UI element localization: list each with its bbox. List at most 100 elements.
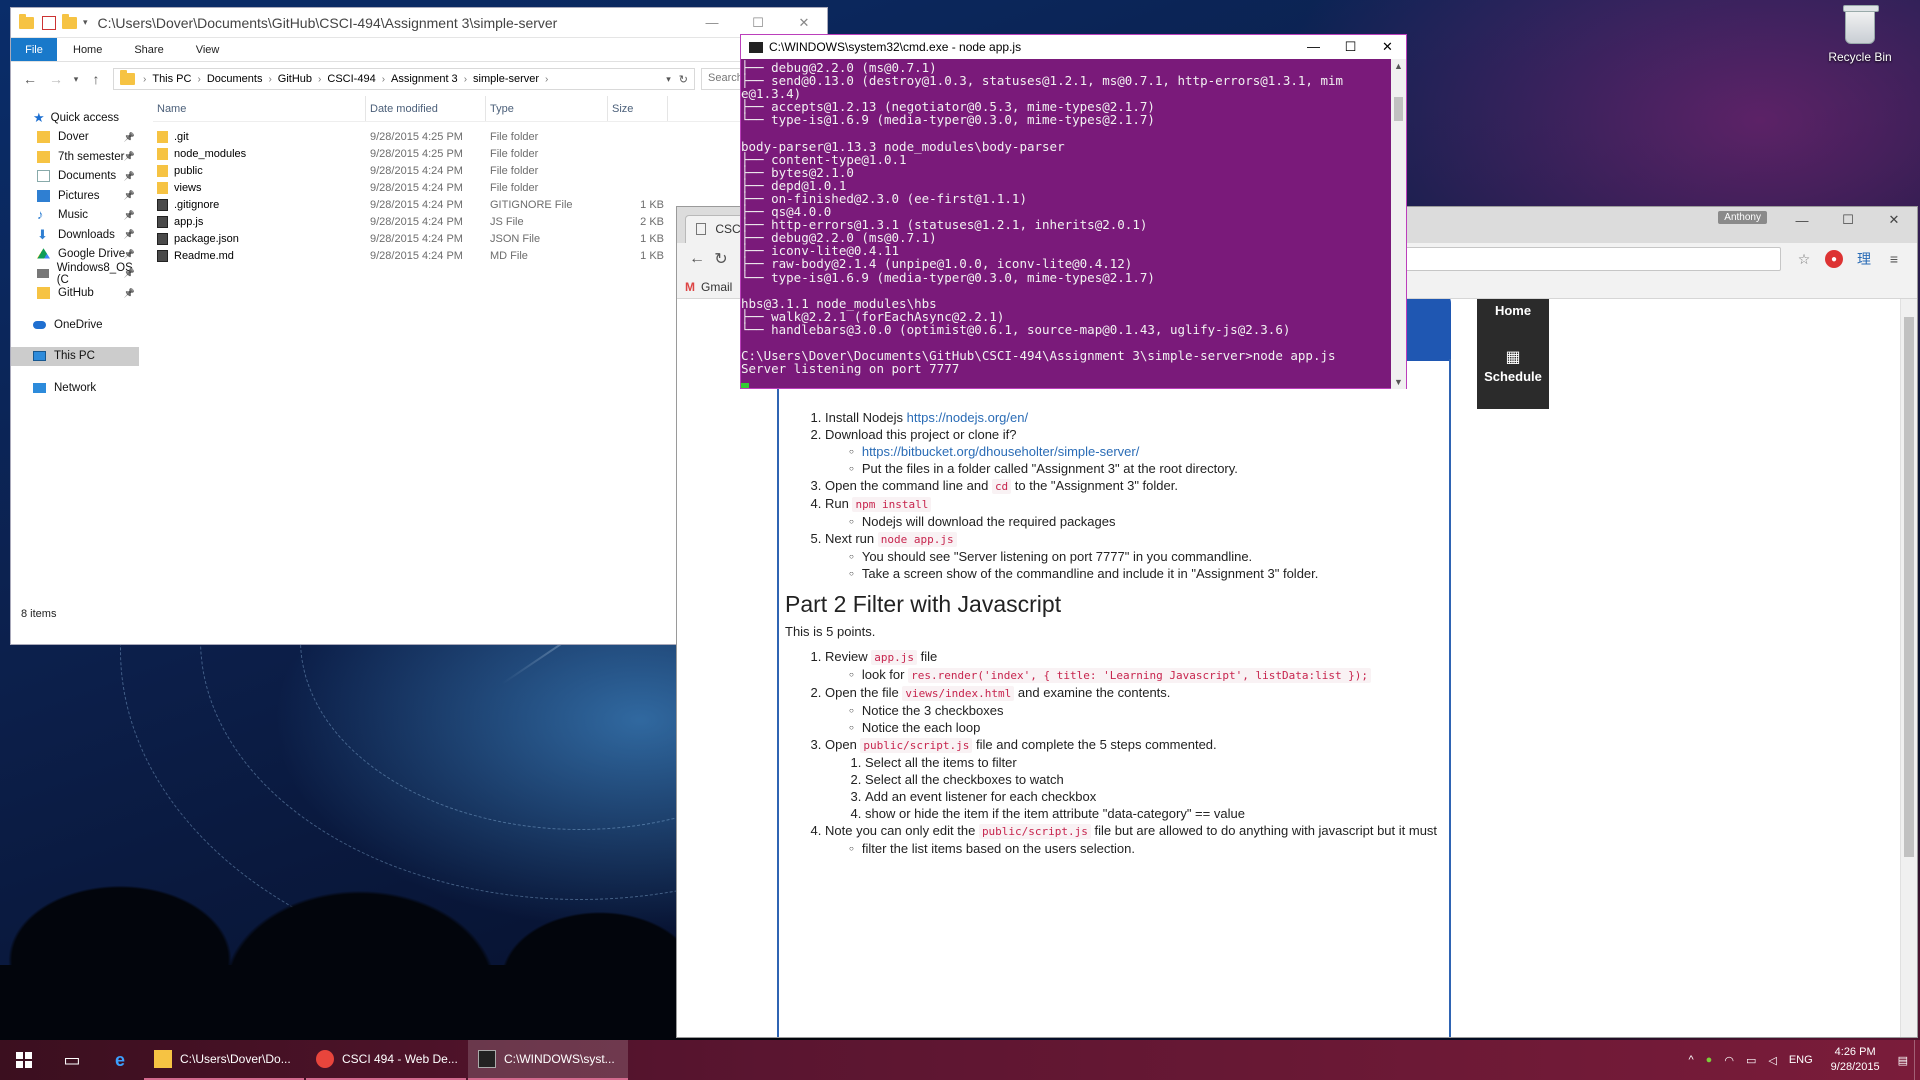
- explorer-titlebar[interactable]: ▾ C:\Users\Dover\Documents\GitHub\CSCI-4…: [11, 8, 827, 38]
- minimize-button[interactable]: —: [689, 8, 735, 37]
- adblock-icon[interactable]: ●: [1825, 250, 1843, 268]
- nav-item-dover[interactable]: Dover 📌: [11, 128, 139, 148]
- ribbon-tab-file[interactable]: File: [11, 38, 57, 61]
- recent-locations-icon[interactable]: ▾: [69, 74, 83, 85]
- taskbar-task[interactable]: C:\WINDOWS\syst...: [468, 1040, 628, 1080]
- file-row[interactable]: public 9/28/2015 4:24 PM File folder: [153, 162, 827, 179]
- scroll-down-icon[interactable]: ▼: [1391, 377, 1406, 387]
- extension-icon[interactable]: 理: [1855, 250, 1873, 268]
- ribbon-tab-view[interactable]: View: [180, 38, 236, 61]
- nav-item-quick-access[interactable]: ★ Quick access: [11, 108, 139, 128]
- file-row[interactable]: views 9/28/2015 4:24 PM File folder: [153, 179, 827, 196]
- file-name: app.js: [174, 215, 204, 228]
- action-center-icon[interactable]: ▤: [1898, 1054, 1908, 1067]
- up-arrow-icon[interactable]: ↑: [83, 71, 109, 87]
- folder-icon: [157, 164, 168, 177]
- nav-item-onedrive[interactable]: OneDrive: [11, 315, 139, 335]
- file-date: 9/28/2015 4:25 PM: [370, 147, 463, 160]
- bitbucket-link[interactable]: https://bitbucket.org/dhouseholter/simpl…: [862, 444, 1139, 459]
- file-name-cell: app.js: [153, 215, 366, 228]
- breadcrumb-separator-icon: ›: [381, 73, 386, 85]
- maximize-button[interactable]: ☐: [735, 8, 781, 37]
- taskbar-task[interactable]: CSCI 494 - Web De...: [306, 1040, 466, 1080]
- address-bar[interactable]: › This PC › Documents › GitHub › CSCI-49…: [113, 68, 695, 90]
- nav-item-documents[interactable]: Documents 📌: [11, 167, 139, 187]
- nav-item-pictures[interactable]: Pictures 📌: [11, 186, 139, 206]
- folder-icon: [37, 131, 50, 144]
- maximize-button[interactable]: ☐: [1825, 207, 1871, 233]
- star-icon: ★: [33, 110, 45, 126]
- nav-home[interactable]: ⌂ Home: [1477, 299, 1549, 347]
- column-type[interactable]: Type: [486, 96, 608, 121]
- edge-icon[interactable]: e: [96, 1040, 144, 1080]
- volume-icon[interactable]: ◁: [1768, 1054, 1776, 1067]
- page-scrollbar[interactable]: [1900, 299, 1917, 1037]
- tray-app-icon[interactable]: ●: [1706, 1054, 1713, 1066]
- scrollbar-thumb[interactable]: [1394, 97, 1403, 121]
- new-folder-icon[interactable]: [62, 13, 77, 29]
- column-date-modified[interactable]: Date modified: [366, 96, 486, 121]
- start-button[interactable]: [0, 1040, 48, 1080]
- column-name[interactable]: Name: [153, 96, 366, 121]
- ribbon-tab-home[interactable]: Home: [57, 38, 118, 61]
- breadcrumb-separator-icon: ›: [143, 73, 147, 85]
- column-size[interactable]: Size: [608, 96, 668, 121]
- breadcrumb-documents[interactable]: Documents: [207, 73, 263, 85]
- nav-item-github[interactable]: GitHub 📌: [11, 284, 139, 304]
- properties-icon[interactable]: [42, 15, 56, 30]
- nav-item-windows8-os-c[interactable]: Windows8_OS (C 📌: [11, 262, 139, 286]
- show-desktop-button[interactable]: [1914, 1040, 1920, 1080]
- minimize-button[interactable]: —: [1295, 39, 1332, 54]
- recycle-bin[interactable]: Recycle Bin: [1818, 5, 1902, 64]
- nav-item-this-pc[interactable]: This PC: [11, 346, 139, 366]
- back-arrow-icon[interactable]: ←: [17, 71, 43, 87]
- tray-chevron-icon[interactable]: ^: [1689, 1054, 1694, 1066]
- maximize-button[interactable]: ☐: [1332, 39, 1369, 55]
- breadcrumb-github[interactable]: GitHub: [278, 73, 312, 85]
- close-button[interactable]: ✕: [1369, 39, 1406, 55]
- console-output[interactable]: ├── debug@2.2.0 (ms@0.7.1) ├── send@0.13.…: [741, 59, 1393, 389]
- taskbar-task[interactable]: C:\Users\Dover\Do...: [144, 1040, 304, 1080]
- recycle-bin-icon: [1843, 5, 1879, 44]
- forward-arrow-icon[interactable]: →: [43, 71, 69, 87]
- breadcrumb-this-pc[interactable]: This PC: [152, 73, 191, 85]
- file-row[interactable]: node_modules 9/28/2015 4:25 PM File folder: [153, 145, 827, 162]
- nav-item-music[interactable]: ♪ Music 📌: [11, 206, 139, 226]
- chevron-down-icon[interactable]: ▾: [83, 17, 88, 28]
- refresh-icon[interactable]: ↻: [679, 73, 688, 86]
- nodejs-link[interactable]: https://nodejs.org/en/: [907, 410, 1028, 425]
- breadcrumb-csci-494[interactable]: CSCI-494: [327, 73, 375, 85]
- scrollbar-thumb[interactable]: [1904, 317, 1914, 857]
- nav-item-downloads[interactable]: ⬇ Downloads 📌: [11, 225, 139, 245]
- wifi-icon[interactable]: ◠: [1724, 1054, 1734, 1067]
- scroll-up-icon[interactable]: ▲: [1391, 61, 1406, 71]
- bookmark-star-icon[interactable]: ☆: [1795, 250, 1813, 268]
- step-install-nodejs: Install Nodejs https://nodejs.org/en/: [825, 409, 1445, 426]
- breadcrumb-simple-server[interactable]: simple-server: [473, 73, 539, 85]
- file-name-cell: .git: [153, 130, 366, 143]
- menu-icon[interactable]: ≡: [1885, 250, 1903, 268]
- task-view-icon[interactable]: ▭: [48, 1040, 96, 1080]
- user-profile-badge[interactable]: Anthony: [1718, 211, 1767, 224]
- close-button[interactable]: ✕: [1871, 207, 1917, 233]
- bookmark-gmail[interactable]: Gmail: [701, 280, 732, 294]
- cmd-window[interactable]: C:\WINDOWS\system32\cmd.exe - node app.j…: [740, 34, 1407, 389]
- nav-item-7th-semester[interactable]: 7th semester 📌: [11, 147, 139, 167]
- reload-icon[interactable]: ↻: [709, 249, 733, 269]
- battery-icon[interactable]: ▭: [1746, 1054, 1756, 1067]
- cmd-titlebar[interactable]: C:\WINDOWS\system32\cmd.exe - node app.j…: [741, 35, 1406, 59]
- nav-schedule[interactable]: ▦ Schedule: [1477, 347, 1549, 411]
- nav-item-network[interactable]: Network: [11, 378, 139, 398]
- minimize-button[interactable]: —: [1779, 207, 1825, 233]
- close-button[interactable]: ✕: [781, 8, 827, 37]
- input-language[interactable]: ENG: [1789, 1054, 1813, 1066]
- breadcrumb-assignment-3[interactable]: Assignment 3: [391, 73, 458, 85]
- back-arrow-icon[interactable]: ←: [685, 250, 709, 268]
- console-scrollbar[interactable]: ▲ ▼: [1391, 59, 1406, 389]
- address-dropdown-icon[interactable]: ▾: [666, 74, 671, 85]
- ribbon-tab-share[interactable]: Share: [118, 38, 179, 61]
- taskbar-task-label: C:\WINDOWS\syst...: [504, 1052, 615, 1066]
- clock[interactable]: 4:26 PM 9/28/2015: [1819, 1045, 1892, 1075]
- file-row[interactable]: .git 9/28/2015 4:25 PM File folder: [153, 128, 827, 145]
